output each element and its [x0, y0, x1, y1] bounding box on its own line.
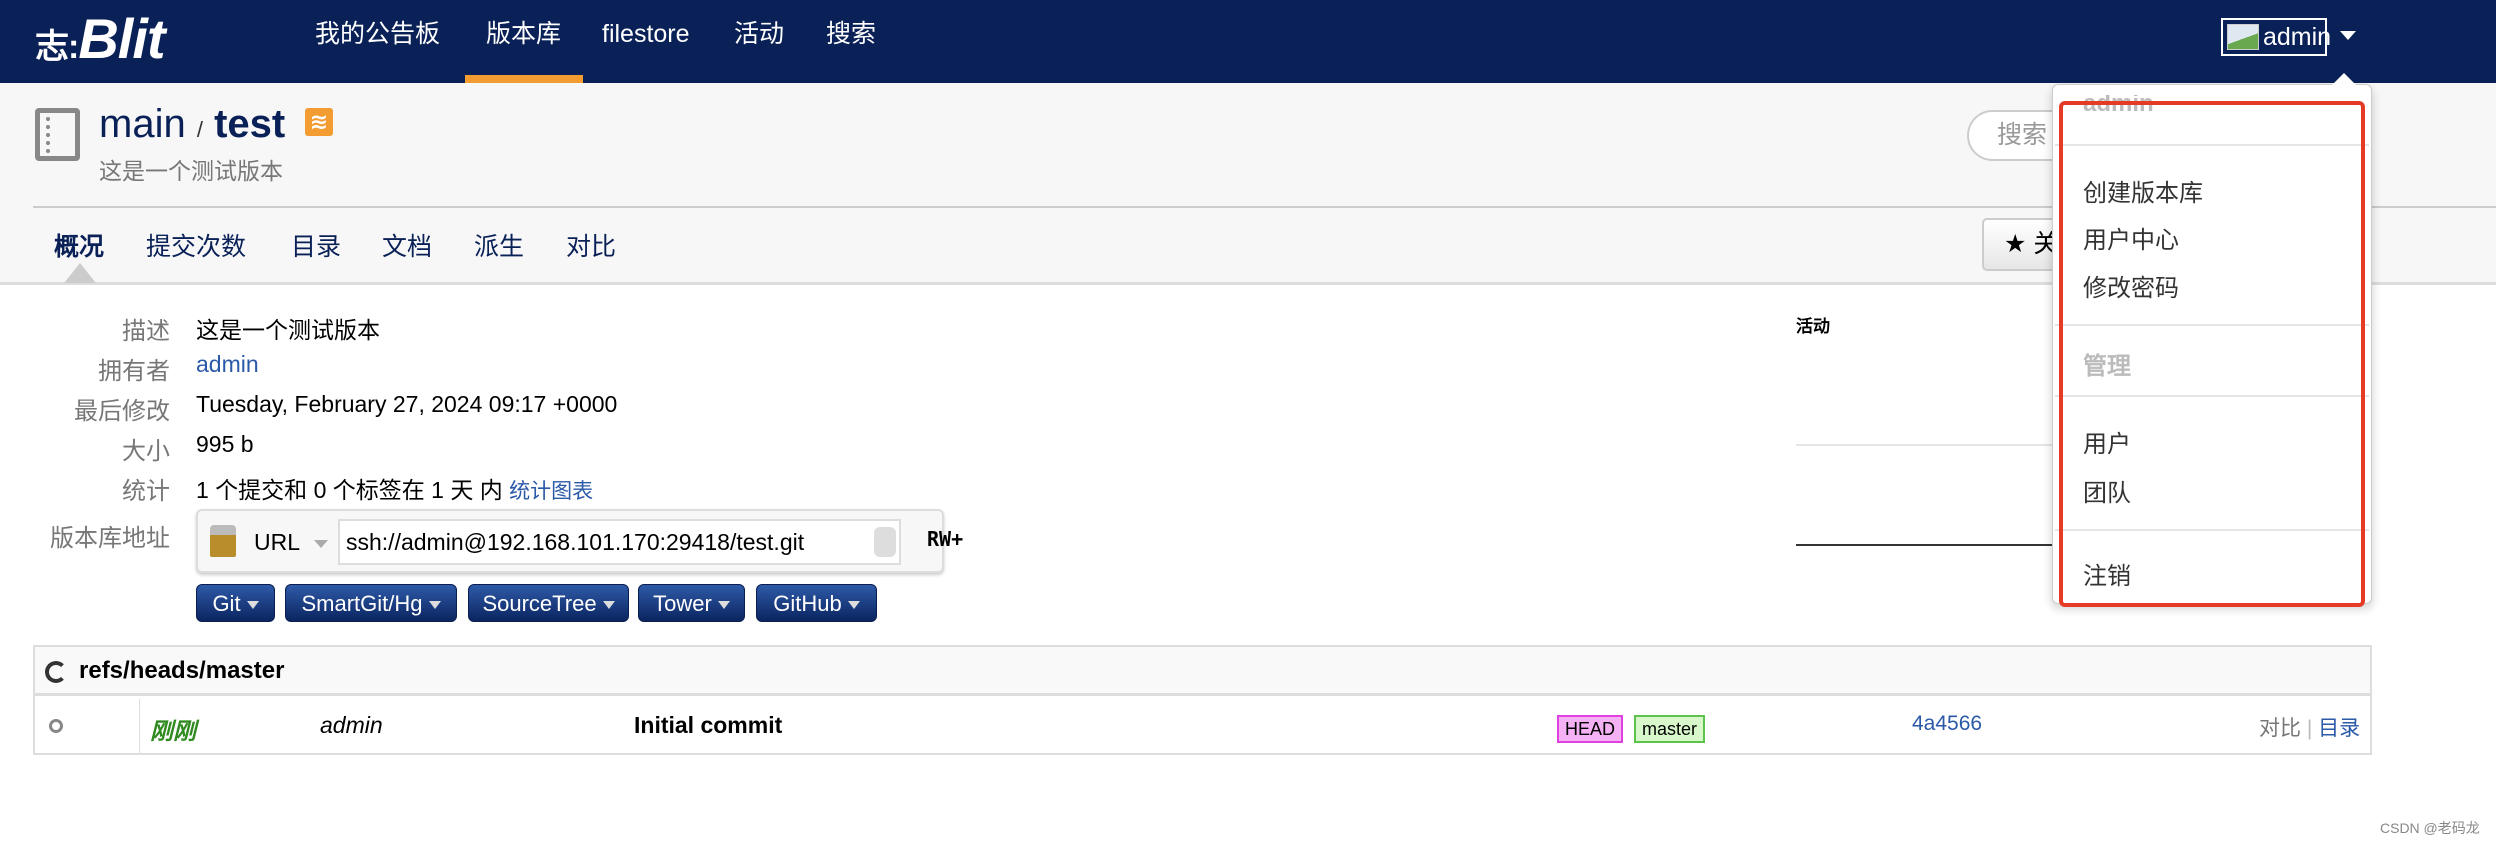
- commit-time: 刚刚: [150, 718, 196, 744]
- logo[interactable]: 志:Blit: [35, 6, 166, 71]
- label-owner: 拥有者: [98, 358, 170, 385]
- commit-dot-icon: [49, 719, 63, 733]
- divider: [139, 699, 140, 754]
- activity-chart-axis: [1796, 544, 2056, 546]
- button-label: SmartGit/Hg: [301, 591, 423, 616]
- repo-description: 这是一个测试版本: [99, 158, 283, 184]
- tab-docs[interactable]: 文档: [382, 230, 432, 264]
- tab-summary[interactable]: 概况: [54, 230, 104, 264]
- logo-text: Blit: [78, 7, 165, 70]
- label-stats: 统计: [122, 478, 170, 505]
- button-label: Git: [212, 591, 241, 616]
- clone-smartgit-button[interactable]: SmartGit/Hg: [285, 584, 457, 622]
- stats-value: 1 个提交和 0 个标签在 1 天 内: [196, 477, 503, 503]
- tab-commits[interactable]: 提交次数: [146, 230, 246, 264]
- last-modified-value: Tuesday, February 27, 2024 09:17 +0000: [196, 391, 618, 417]
- nav-filestore[interactable]: filestore: [602, 17, 690, 51]
- description-value: 这是一个测试版本: [196, 317, 380, 343]
- repo-name-link[interactable]: test: [214, 102, 285, 146]
- repo-url-input[interactable]: ssh://admin@192.168.101.170:29418/test.g…: [338, 519, 901, 565]
- clone-sourcetree-button[interactable]: SourceTree: [468, 584, 629, 622]
- tab-tree[interactable]: 目录: [291, 230, 341, 264]
- label-description: 描述: [122, 318, 170, 345]
- chevron-down-icon[interactable]: [314, 540, 328, 548]
- menu-pointer: [2332, 73, 2356, 85]
- chevron-down-icon[interactable]: [2340, 31, 2356, 40]
- logo-prefix: 志:: [35, 28, 79, 66]
- caret-down-icon: [602, 601, 615, 610]
- label-repo-url: 版本库地址: [50, 525, 170, 552]
- separator: /: [196, 117, 203, 142]
- repo-url-panel: URL ssh://admin@192.168.101.170:29418/te…: [196, 509, 944, 573]
- branch-badge[interactable]: master: [1634, 715, 1706, 743]
- nav-search[interactable]: 搜索: [826, 17, 876, 51]
- owner-link[interactable]: admin: [196, 351, 259, 378]
- commit-author[interactable]: admin: [320, 712, 383, 739]
- refresh-icon[interactable]: [45, 661, 67, 683]
- button-label: GitHub: [773, 591, 842, 616]
- repo-url-text: ssh://admin@192.168.101.170:29418/test.g…: [346, 529, 805, 555]
- clone-tower-button[interactable]: Tower: [638, 584, 745, 622]
- table-row: 刚刚 admin Initial commit HEAD master 4a45…: [35, 699, 2370, 754]
- permission-label: RW+: [927, 527, 964, 551]
- size-value: 995 b: [196, 431, 254, 457]
- caret-down-icon: [246, 601, 259, 610]
- activity-title: 活动: [1796, 317, 1830, 336]
- highlight-annotation-box: [2059, 101, 2365, 607]
- caret-down-icon: [717, 601, 730, 610]
- label-last-modified: 最后修改: [74, 398, 170, 425]
- commit-log-table: refs/heads/master 刚刚 admin Initial commi…: [33, 645, 2372, 755]
- repo-book-icon: [35, 108, 80, 161]
- tab-forks[interactable]: 派生: [474, 230, 524, 264]
- head-badge[interactable]: HEAD: [1557, 715, 1624, 743]
- commit-hash-link[interactable]: 4a4566: [1912, 712, 1982, 736]
- button-label: SourceTree: [482, 591, 597, 616]
- tab-compare[interactable]: 对比: [566, 230, 616, 264]
- active-tab-indicator: [64, 263, 96, 283]
- caret-down-icon: [847, 601, 860, 610]
- label-size: 大小: [122, 438, 170, 465]
- nav-dashboard[interactable]: 我的公告板: [315, 17, 440, 51]
- watermark: CSDN @老码龙: [2380, 820, 2480, 836]
- user-menu-toggle[interactable]: admin: [2221, 18, 2331, 56]
- activity-chart-line: [1796, 444, 2056, 446]
- stats-chart-link[interactable]: 统计图表: [509, 480, 593, 503]
- tree-link[interactable]: 目录: [2318, 717, 2360, 740]
- copy-icon[interactable]: [874, 527, 896, 557]
- user-name: admin: [2263, 23, 2332, 51]
- avatar-broken-image-icon: [2227, 24, 2259, 50]
- navbar: 志:Blit 我的公告板 版本库 filestore 活动 搜索 admin: [0, 0, 2496, 83]
- branch-header: refs/heads/master: [35, 647, 2370, 696]
- caret-down-icon: [428, 601, 441, 610]
- active-nav-indicator: [465, 75, 583, 83]
- rss-icon[interactable]: ≋: [305, 108, 333, 136]
- compare-link[interactable]: 对比: [2259, 717, 2301, 740]
- project-link[interactable]: main: [99, 102, 186, 146]
- nav-repositories[interactable]: 版本库: [486, 17, 561, 51]
- clone-git-button[interactable]: Git: [196, 584, 275, 622]
- page-title: main / test: [99, 102, 285, 147]
- branch-link[interactable]: refs/heads/master: [79, 657, 284, 685]
- button-label: Tower: [653, 591, 712, 616]
- url-protocol-select[interactable]: URL: [254, 529, 300, 556]
- nav-activity[interactable]: 活动: [734, 17, 784, 51]
- commit-message[interactable]: Initial commit: [634, 712, 782, 739]
- clone-github-button[interactable]: GitHub: [756, 584, 877, 622]
- lock-icon: [210, 525, 236, 557]
